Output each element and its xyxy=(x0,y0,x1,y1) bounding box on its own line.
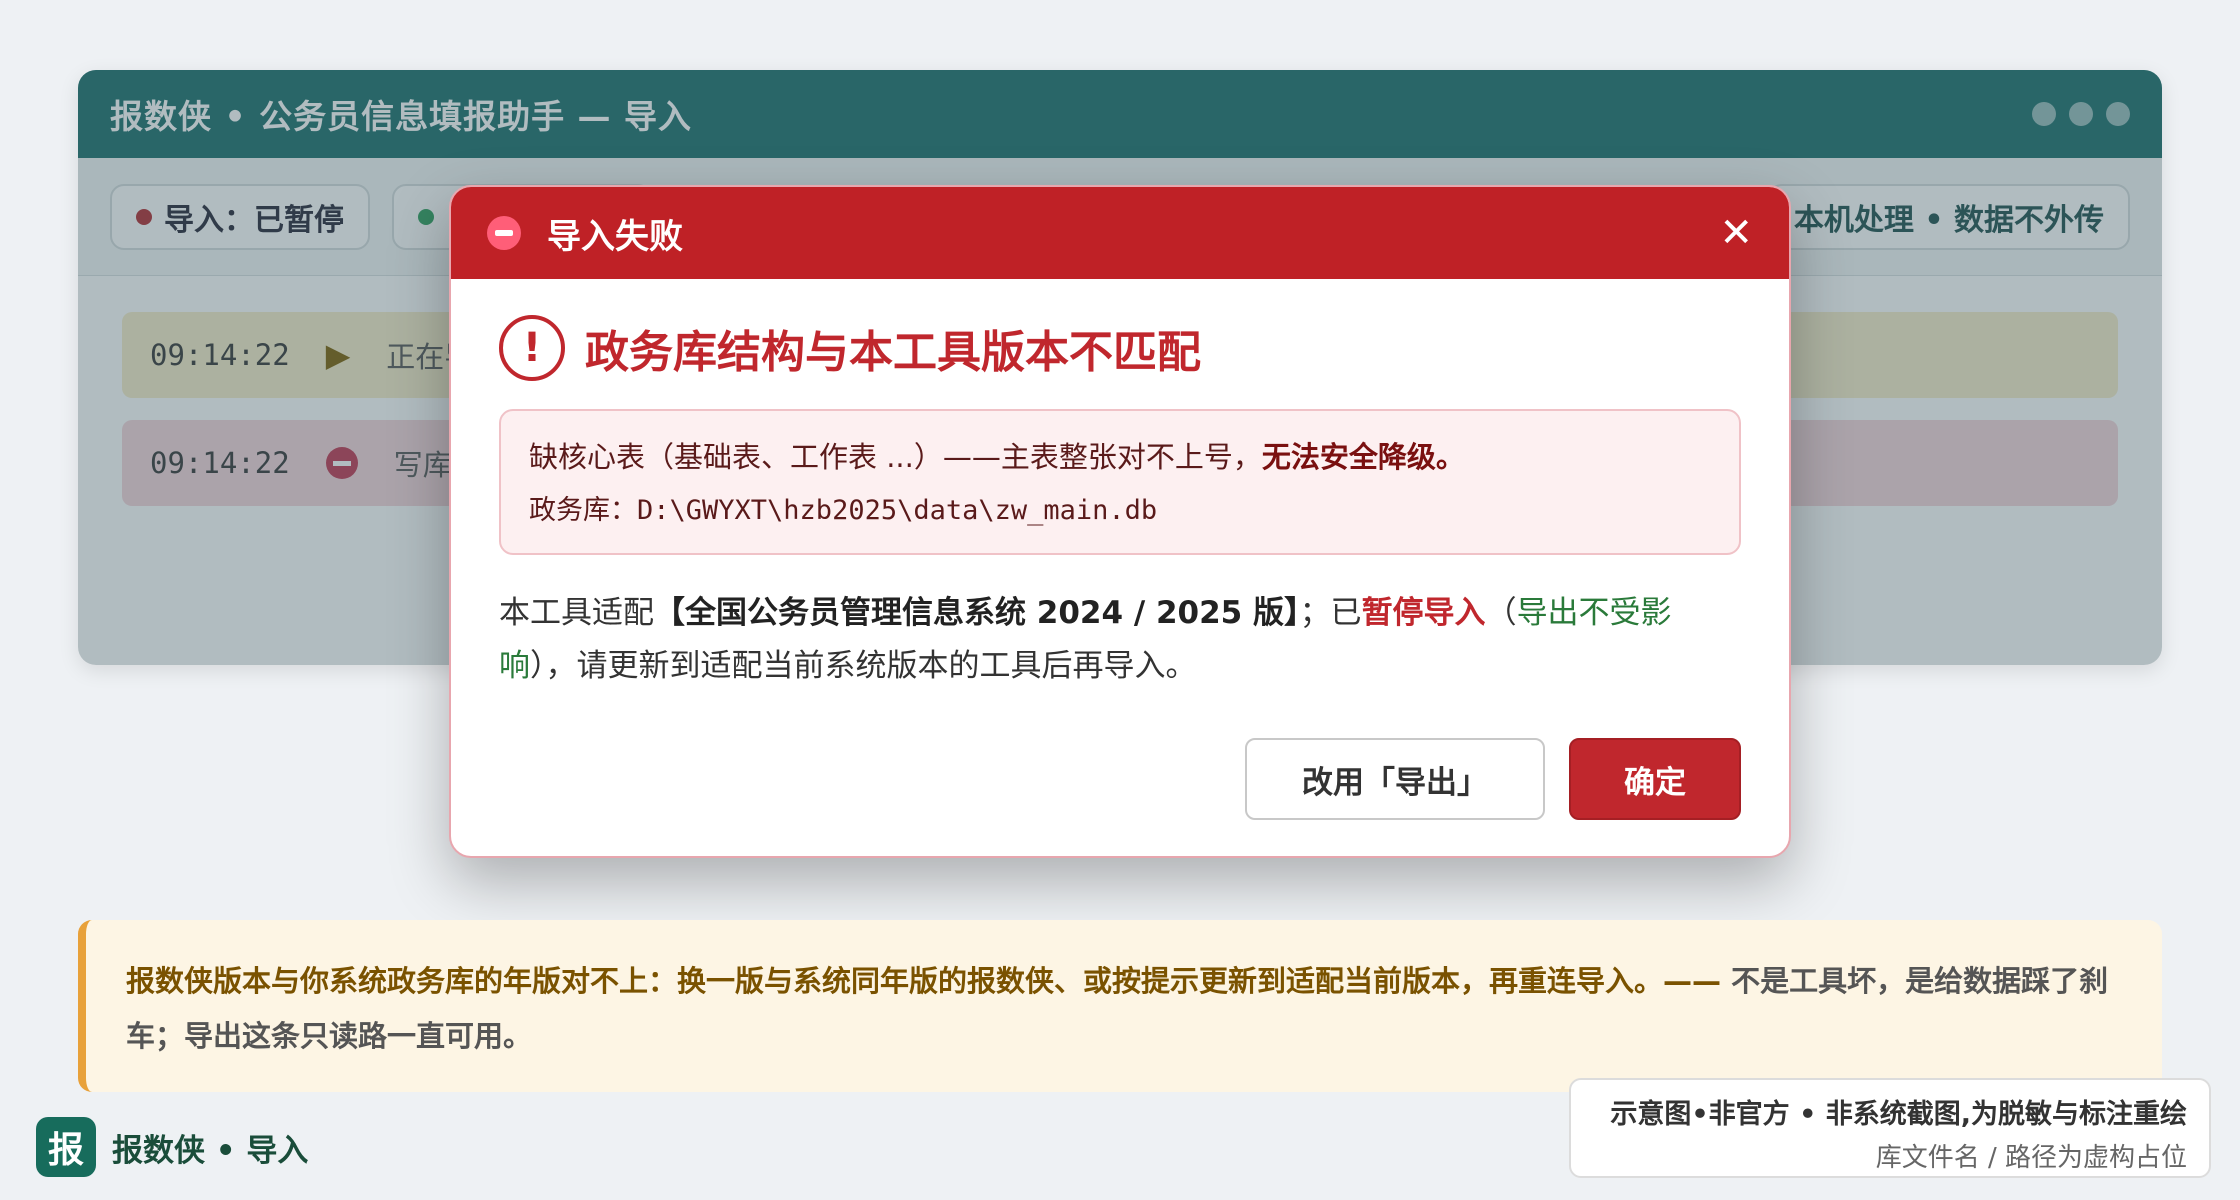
play-icon: ▶ xyxy=(325,336,351,374)
disclaimer-line1: 示意图•非官方 • 非系统截图,为脱敏与标注重绘 xyxy=(1610,1099,2187,1130)
status-dot-icon xyxy=(418,208,434,225)
close-icon[interactable]: ✕ xyxy=(1719,213,1753,253)
window-controls xyxy=(2032,102,2130,126)
tip-banner: 报数侠版本与你系统政务库的年版对不上：换一版与系统同年版的报数侠、或按提示更新到… xyxy=(78,920,2162,1092)
log-time: 09:14:22 xyxy=(150,446,290,480)
dialog-actions: 改用「导出」 确定 xyxy=(1245,738,1741,820)
brand: 报 报数侠 • 导入 xyxy=(36,1117,308,1177)
status-dot-icon xyxy=(136,208,152,225)
window-dot-icon[interactable] xyxy=(2106,102,2130,126)
import-status-label: 导入：已暂停 xyxy=(164,202,344,238)
dialog-body: ! 政务库结构与本工具版本不匹配 缺核心表（基础表、工作表 ...）——主表整张… xyxy=(451,279,1789,693)
dialog-header: 导入失败 ✕ xyxy=(451,187,1789,279)
window-dot-icon[interactable] xyxy=(2069,102,2093,126)
stop-icon xyxy=(325,447,358,479)
error-reason-text: 缺核心表（基础表、工作表 ...）——主表整张对不上号， xyxy=(529,440,1262,474)
log-time: 09:14:22 xyxy=(150,338,290,372)
titlebar: 报数侠 • 公务员信息填报助手 — 导入 xyxy=(78,70,2162,158)
local-processing-label: 本机处理 • 数据不外传 xyxy=(1793,202,2104,238)
error-reason: 缺核心表（基础表、工作表 ...）——主表整张对不上号，无法安全降级。 xyxy=(529,437,1711,478)
explain-part: 本工具适配 xyxy=(499,594,654,631)
brand-name: 报数侠 • 导入 xyxy=(112,1132,309,1169)
stop-icon xyxy=(487,216,521,250)
error-headline: ! 政务库结构与本工具版本不匹配 xyxy=(499,315,1741,381)
window-dot-icon[interactable] xyxy=(2032,102,2056,126)
paused-label: 暂停导入 xyxy=(1361,594,1486,631)
import-failed-dialog: 导入失败 ✕ ! 政务库结构与本工具版本不匹配 缺核心表（基础表、工作表 ...… xyxy=(449,185,1791,858)
import-status-chip: 导入：已暂停 xyxy=(110,183,370,250)
error-detail-box: 缺核心表（基础表、工作表 ...）——主表整张对不上号，无法安全降级。 政务库：… xyxy=(499,409,1741,555)
confirm-button[interactable]: 确定 xyxy=(1569,738,1741,820)
app-title: 报数侠 • 公务员信息填报助手 — 导入 xyxy=(110,97,693,136)
tip-main: 报数侠版本与你系统政务库的年版对不上：换一版与系统同年版的报数侠、或按提示更新到… xyxy=(126,964,1722,998)
tip-text: 报数侠版本与你系统政务库的年版对不上：换一版与系统同年版的报数侠、或按提示更新到… xyxy=(126,954,2122,1063)
explain-part: （ xyxy=(1485,594,1517,631)
db-label: 政务库： xyxy=(529,494,637,526)
headline-text: 政务库结构与本工具版本不匹配 xyxy=(585,327,1201,378)
switch-to-export-button[interactable]: 改用「导出」 xyxy=(1245,738,1545,820)
alert-icon: ! xyxy=(499,315,565,381)
local-processing-badge: 本机处理 • 数据不外传 xyxy=(1767,183,2130,250)
brand-logo: 报 xyxy=(36,1117,96,1177)
explanation-text: 本工具适配【全国公务员管理信息系统 2024 / 2025 版】；已暂停导入（导… xyxy=(499,587,1741,694)
dialog-title: 导入失败 xyxy=(547,216,683,257)
db-path-value: D:\GWYXT\hzb2025\data\zw_main.db xyxy=(637,494,1158,526)
disclaimer-line2: 库文件名 / 路径为虚构占位 xyxy=(1875,1143,2187,1173)
explain-part: ），请更新到适配当前系统版本的工具后再导入。 xyxy=(530,647,1197,684)
database-path: 政务库：D:\GWYXT\hzb2025\data\zw_main.db xyxy=(529,488,1711,527)
log-text: 写库 xyxy=(393,448,452,482)
supported-system: 【全国公务员管理信息系统 2024 / 2025 版】 xyxy=(654,594,1300,631)
disclaimer-box: 示意图•非官方 • 非系统截图,为脱敏与标注重绘 库文件名 / 路径为虚构占位 xyxy=(1569,1078,2211,1178)
error-reason-emphasis: 无法安全降级。 xyxy=(1261,440,1465,474)
explain-part: ；已 xyxy=(1299,594,1362,631)
